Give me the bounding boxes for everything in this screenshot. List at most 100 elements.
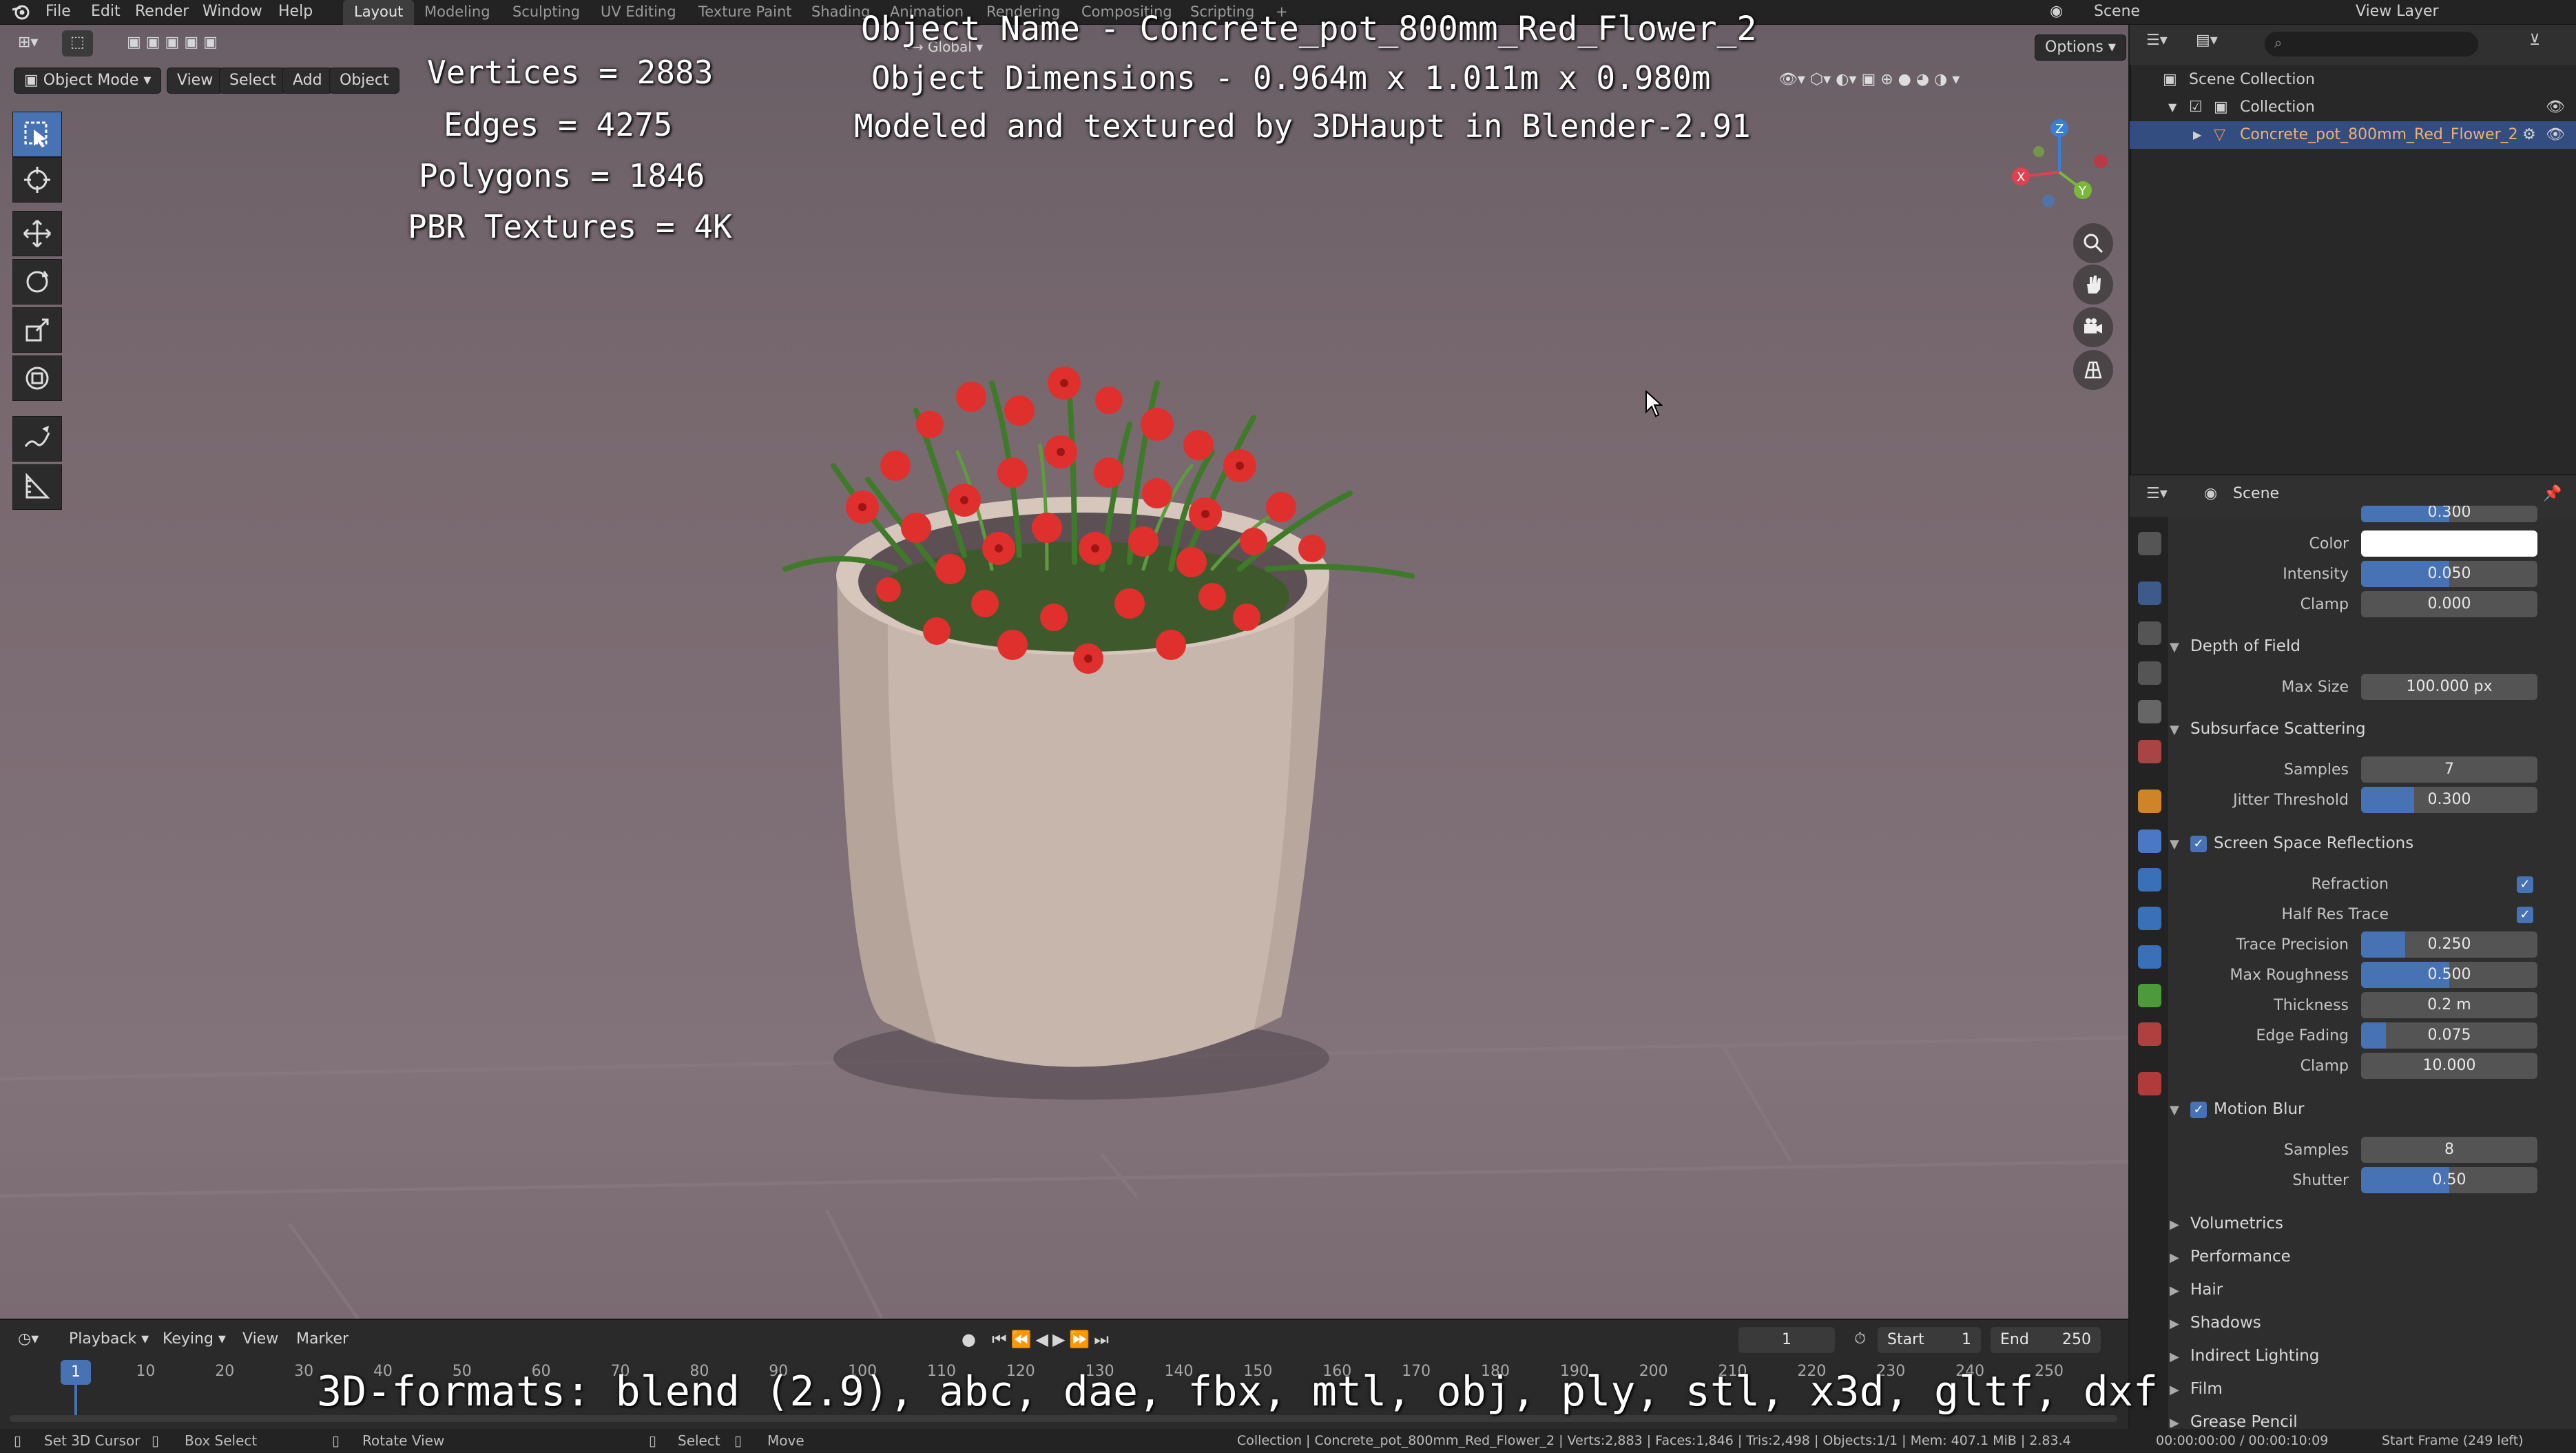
dof-section-header[interactable]: ▼ Depth of Field xyxy=(2170,631,2576,661)
object-menu[interactable]: Object xyxy=(329,68,399,94)
measure-tool[interactable] xyxy=(12,464,62,510)
thickness-field[interactable]: 0.2 m xyxy=(2361,992,2537,1018)
pan-button[interactable] xyxy=(2073,265,2113,305)
visibility-eye-icon[interactable]: 👁 xyxy=(2546,121,2565,149)
selection-mode-icons[interactable]: ▣ ▣ ▣ ▣ ▣ xyxy=(118,30,226,56)
view-menu[interactable]: View xyxy=(167,68,224,94)
scene-tab-icon[interactable] xyxy=(2138,700,2161,723)
crosshair-icon xyxy=(24,167,50,193)
timeline-scrollbar[interactable] xyxy=(10,1415,2117,1422)
mb-samples-field[interactable]: 8 xyxy=(2361,1137,2537,1163)
annotate-tool[interactable] xyxy=(12,416,62,462)
pin-icon[interactable]: 📌 xyxy=(2543,485,2562,502)
modifier-tab-icon[interactable] xyxy=(2138,829,2161,853)
expand-arrow-icon[interactable]: ▼ xyxy=(2168,94,2177,121)
move-tool[interactable] xyxy=(12,211,62,256)
perspective-toggle-button[interactable] xyxy=(2073,350,2113,390)
outliner-collection[interactable]: ▼ ☑ ▣ Collection 👁 xyxy=(2130,94,2576,121)
outliner-editor-icon[interactable]: ☰▾ xyxy=(2146,32,2168,49)
menu-render[interactable]: Render xyxy=(135,0,189,25)
jitter-threshold-field[interactable]: 0.300 xyxy=(2361,787,2537,813)
start-frame-field[interactable]: Start 1 xyxy=(1878,1327,1981,1353)
stopwatch-icon[interactable]: ⏱ xyxy=(1846,1327,1874,1353)
intensity-field[interactable]: 0.050 xyxy=(2361,561,2537,587)
expand-arrow-icon[interactable]: ▶ xyxy=(2193,121,2201,149)
camera-icon xyxy=(2084,318,2102,333)
sss-samples-field[interactable]: 7 xyxy=(2361,756,2537,783)
hair-section-header[interactable]: ▶ Hair xyxy=(2170,1275,2576,1305)
rotate-tool[interactable] xyxy=(12,259,62,305)
max-size-field[interactable]: 100.000 px xyxy=(2361,674,2537,700)
ssr-section-header[interactable]: ▼ ✓ Screen Space Reflections xyxy=(2170,828,2576,858)
clamp-field[interactable]: 0.000 xyxy=(2361,591,2537,617)
add-menu[interactable]: Add xyxy=(282,68,333,94)
view-layer-selector[interactable]: View Layer xyxy=(2356,0,2439,25)
select-box-tool[interactable] xyxy=(12,112,62,157)
properties-editor-icon[interactable]: ☰▾ xyxy=(2146,485,2168,502)
scale-tool[interactable] xyxy=(12,307,62,353)
tab-texture-paint[interactable]: Texture Paint xyxy=(687,0,803,25)
editor-type-icon[interactable]: ⊞▾ xyxy=(10,30,46,56)
scene-icon[interactable]: ◉ xyxy=(2050,0,2066,25)
filter-icon[interactable]: ⊻ xyxy=(2529,32,2540,49)
ssr-clamp-field[interactable]: 10.000 xyxy=(2361,1053,2537,1079)
output-tab-icon[interactable] xyxy=(2138,621,2161,645)
zoom-button[interactable] xyxy=(2073,223,2113,263)
max-roughness-field[interactable]: 0.500 xyxy=(2361,962,2537,988)
cursor-tool[interactable] xyxy=(12,157,62,203)
trace-precision-field[interactable]: 0.250 xyxy=(2361,931,2537,958)
menu-file[interactable]: File xyxy=(45,0,71,25)
outliner-scene-collection[interactable]: ▣ Scene Collection xyxy=(2130,66,2576,94)
select-tool-icon[interactable]: ⬚ xyxy=(62,30,93,56)
visibility-eye-icon[interactable]: 👁 xyxy=(2546,94,2565,121)
shutter-field[interactable]: 0.50 xyxy=(2361,1167,2537,1193)
ssr-checkbox[interactable]: ✓ xyxy=(2190,835,2207,852)
tab-layout[interactable]: Layout xyxy=(343,0,415,25)
collection-checkbox[interactable]: ☑ xyxy=(2189,94,2203,121)
options-button[interactable]: Options ▾ xyxy=(2035,34,2126,61)
current-frame-field[interactable]: 1 xyxy=(1738,1327,1835,1353)
volumetrics-section-header[interactable]: ▶ Volumetrics xyxy=(2170,1208,2576,1239)
radius-field-partial[interactable]: 0.300 xyxy=(2361,506,2537,522)
half-res-trace-checkbox[interactable]: ✓ xyxy=(2517,907,2533,923)
tab-modeling[interactable]: Modeling xyxy=(413,0,501,25)
select-menu[interactable]: Select xyxy=(219,68,287,94)
keying-menu[interactable]: Keying ▾ xyxy=(154,1327,234,1353)
performance-section-header[interactable]: ▶ Performance xyxy=(2170,1241,2576,1272)
shadows-section-header[interactable]: ▶ Shadows xyxy=(2170,1308,2576,1338)
viewport-overlay-icons[interactable]: 👁▾ ⬡▾ ◐▾ ▣ ⊕ ● ◕ ◑ ▾ xyxy=(1770,68,1968,94)
navigation-gizmo[interactable]: Z X Y xyxy=(1997,110,2121,220)
playback-controls[interactable]: ⏮⏪◀▶⏩⏭ xyxy=(984,1327,1121,1353)
sss-section-header[interactable]: ▼ Subsurface Scattering xyxy=(2170,714,2576,744)
timeline-view-menu[interactable]: View xyxy=(234,1327,287,1353)
playback-menu[interactable]: Playback ▾ xyxy=(61,1327,157,1353)
marker-menu[interactable]: Marker xyxy=(288,1327,357,1353)
end-frame-field[interactable]: End 250 xyxy=(1991,1327,2101,1353)
transform-tool[interactable] xyxy=(12,355,62,401)
edge-fading-field[interactable]: 0.075 xyxy=(2361,1022,2537,1049)
tab-uv-editing[interactable]: UV Editing xyxy=(590,0,687,25)
timeline-editor-icon[interactable]: ◷▾ xyxy=(10,1327,47,1353)
motion-blur-section-header[interactable]: ▼ ✓ Motion Blur xyxy=(2170,1094,2576,1124)
menu-window[interactable]: Window xyxy=(202,0,262,25)
film-section-header[interactable]: ▶ Film xyxy=(2170,1374,2576,1404)
menu-help[interactable]: Help xyxy=(278,0,313,25)
motion-blur-checkbox[interactable]: ✓ xyxy=(2190,1101,2207,1118)
outliner-object-row[interactable]: ▶ ▽ Concrete_pot_800mm_Red_Flower_2 ⚙ 👁 xyxy=(2130,121,2576,149)
menu-edit[interactable]: Edit xyxy=(91,0,121,25)
camera-view-button[interactable] xyxy=(2073,307,2113,347)
blender-logo-icon[interactable] xyxy=(11,0,32,25)
3d-viewport[interactable] xyxy=(0,25,2128,1319)
tab-sculpting[interactable]: Sculpting xyxy=(501,0,591,25)
scene-selector[interactable]: Scene xyxy=(2094,0,2140,25)
grease-pencil-section-header[interactable]: ▶ Grease Pencil xyxy=(2170,1407,2576,1428)
indirect-lighting-section-header[interactable]: ▶ Indirect Lighting xyxy=(2170,1341,2576,1371)
color-swatch[interactable] xyxy=(2361,530,2537,557)
playhead[interactable]: 1 xyxy=(61,1360,91,1385)
outliner-search-input[interactable]: ⌕ xyxy=(2265,32,2478,56)
display-mode-icon[interactable]: ▤▾ xyxy=(2196,32,2218,49)
modifier-icon[interactable]: ⚙ xyxy=(2522,121,2536,149)
refraction-checkbox[interactable]: ✓ xyxy=(2517,876,2533,893)
object-mode-dropdown[interactable]: ▣ Object Mode ▾ xyxy=(14,68,162,94)
record-button[interactable]: ● xyxy=(953,1327,984,1353)
